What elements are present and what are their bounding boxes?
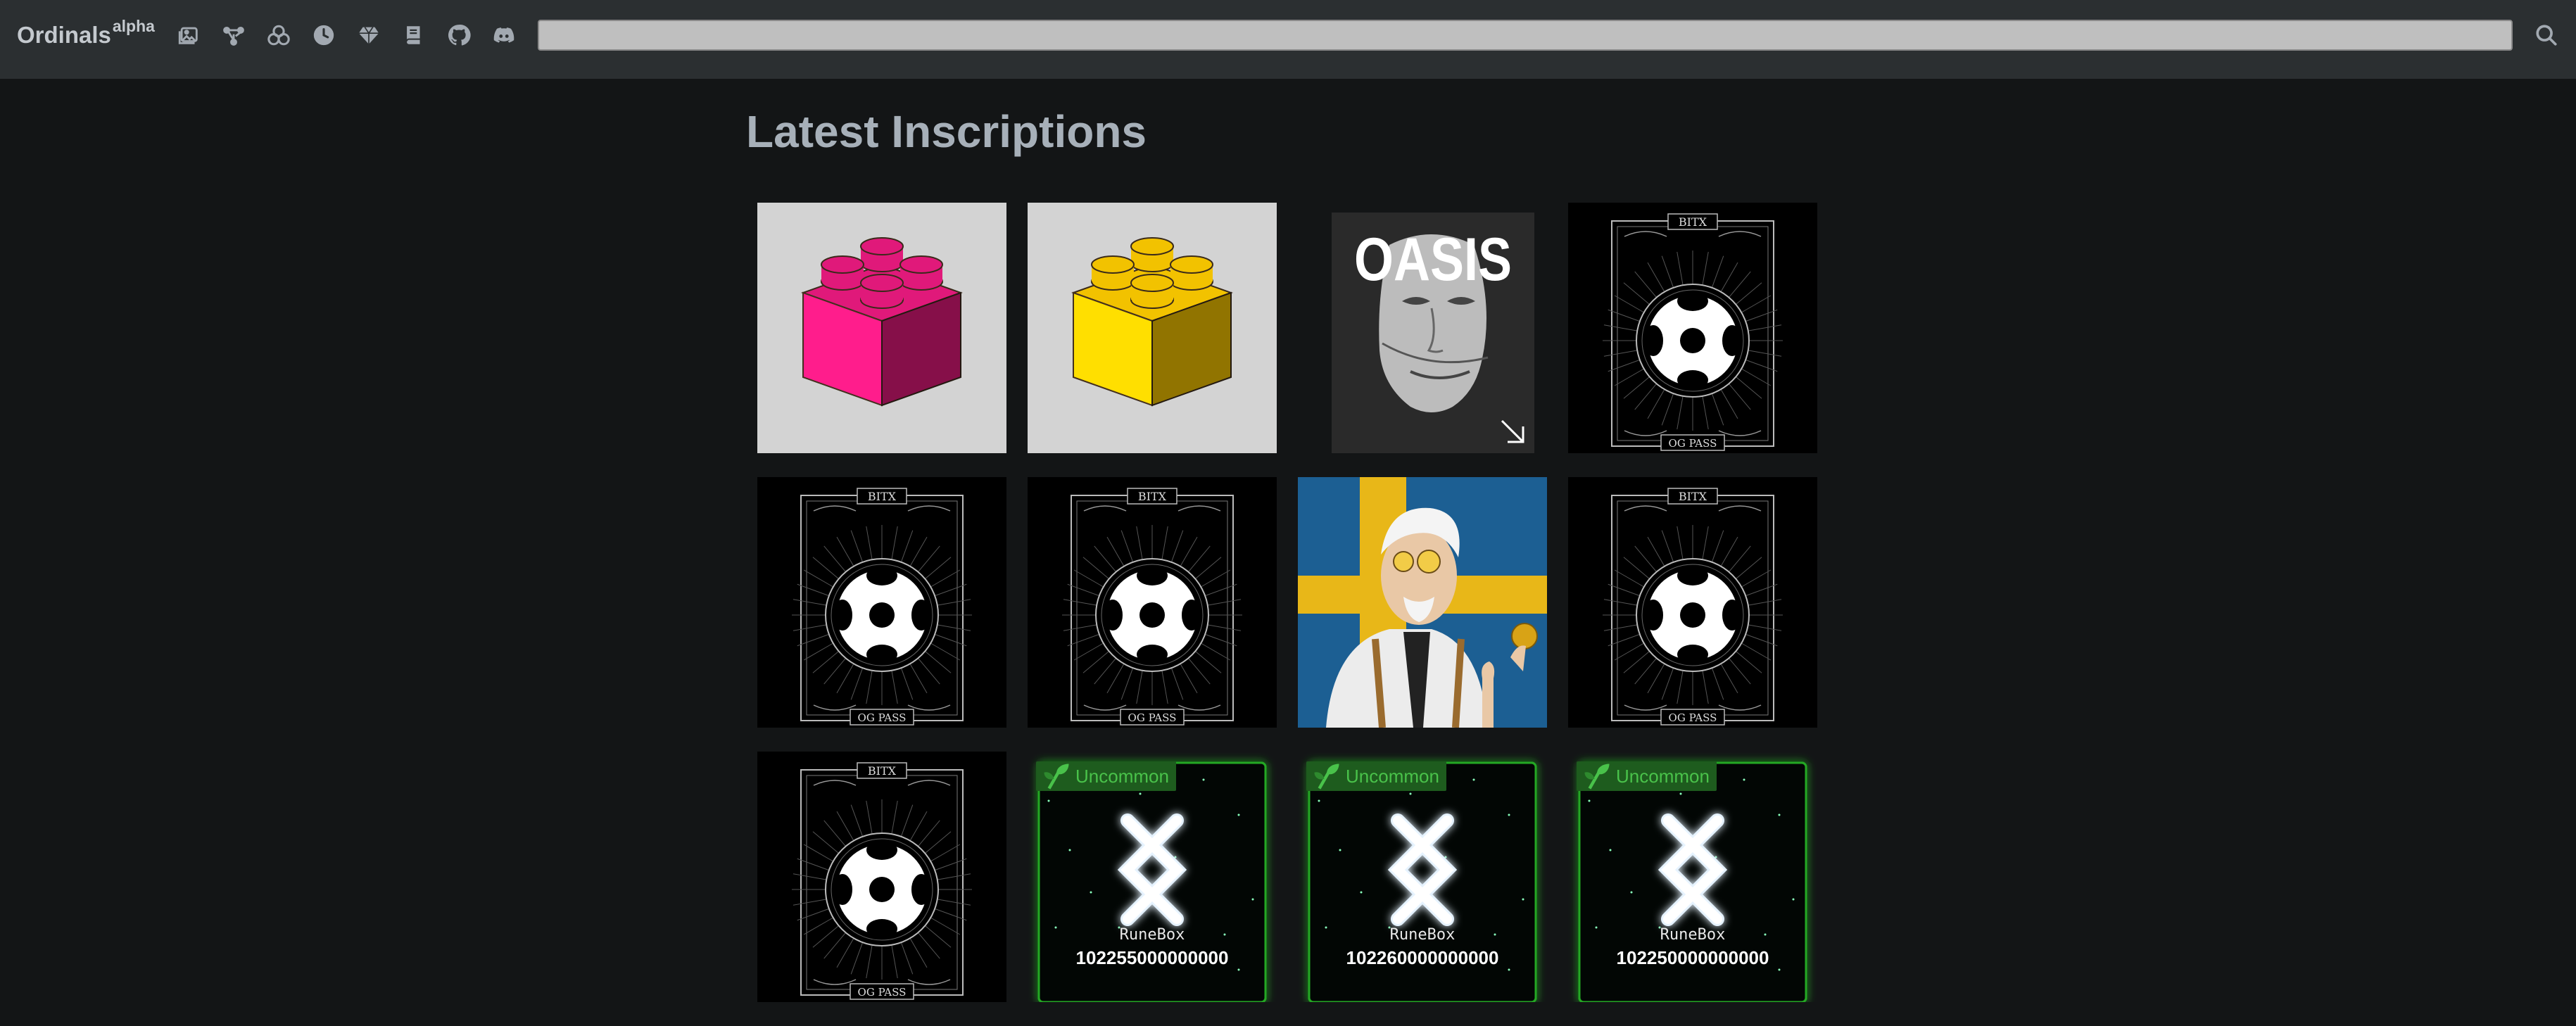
svg-text:OG PASS: OG PASS [1669,437,1717,450]
rarity-badge: Uncommon [1306,761,1446,791]
rune-name: RuneBox [1389,926,1456,944]
svg-text:BITX: BITX [1138,490,1167,503]
rune-amount: 102255000000000 [1075,947,1229,968]
gallery-icon[interactable] [175,21,203,49]
rarity-badge: Uncommon [1036,761,1176,791]
search-input[interactable] [538,20,2513,51]
og-pass-image: BITX OG PASS [1568,477,1817,728]
inscription-card[interactable] [1028,203,1277,453]
svg-text:OG PASS: OG PASS [1128,711,1177,724]
discord-icon[interactable] [490,21,518,49]
clock-icon[interactable] [310,21,338,49]
svg-text:OG PASS: OG PASS [858,986,907,999]
search-icon[interactable] [2532,21,2561,49]
inscription-card[interactable]: Uncommon RuneBox 102260000000000 [1298,752,1547,1002]
inscription-card[interactable]: BITX OG PASS [757,477,1006,728]
svg-text:BITX: BITX [868,764,897,778]
og-pass-image: BITX OG PASS [757,477,1006,728]
page-title: Latest Inscriptions [746,106,1147,157]
rarity-badge: Uncommon [1577,761,1717,791]
inscription-card[interactable] [1298,477,1547,728]
inscription-card[interactable]: Uncommon RuneBox 102255000000000 [1028,752,1277,1002]
brick-image [757,203,1006,453]
inscription-card[interactable]: Uncommon RuneBox 102250000000000 [1568,752,1817,1002]
book-icon[interactable] [400,21,428,49]
rune-amount: 102260000000000 [1346,947,1499,968]
rarity-label: Uncommon [1346,765,1439,787]
gem-icon[interactable] [355,21,383,49]
inscription-card[interactable] [757,203,1006,453]
network-icon[interactable] [220,21,248,49]
og-pass-image: BITX OG PASS [757,752,1006,1002]
svg-text:BITX: BITX [868,490,897,503]
inscription-card[interactable]: OASIS [1298,203,1547,453]
top-nav-bar: Ordinalsalpha [0,0,2576,79]
blobs-icon[interactable] [265,21,293,49]
og-pass-image: BITX OG PASS [1028,477,1277,728]
brick-image [1028,203,1277,453]
inscription-card[interactable]: BITX OG PASS [1028,477,1277,728]
svg-text:OASIS: OASIS [1354,226,1512,293]
rune-name: RuneBox [1119,926,1185,944]
rarity-label: Uncommon [1616,765,1710,787]
github-icon[interactable] [445,21,473,49]
og-pass-image: BITX OG PASS [1568,203,1817,453]
oasis-image: OASIS [1298,203,1547,453]
sprout-icon [1584,764,1610,790]
svg-text:BITX: BITX [1679,490,1707,503]
inscription-card[interactable]: BITX OG PASS [1568,203,1817,453]
sprout-icon [1314,764,1339,790]
svg-text:OG PASS: OG PASS [1669,711,1717,724]
portrait-image [1298,477,1547,728]
svg-text:OG PASS: OG PASS [858,711,907,724]
inscription-card[interactable]: BITX OG PASS [757,752,1006,1002]
rarity-label: Uncommon [1075,765,1169,787]
inscription-card[interactable]: BITX OG PASS [1568,477,1817,728]
sprout-icon [1044,764,1069,790]
rune-name: RuneBox [1660,926,1726,944]
svg-text:BITX: BITX [1679,215,1707,229]
search-field-wrapper [538,20,2513,51]
rune-amount: 102250000000000 [1616,947,1769,968]
brand-logo[interactable]: Ordinalsalpha [17,17,155,49]
